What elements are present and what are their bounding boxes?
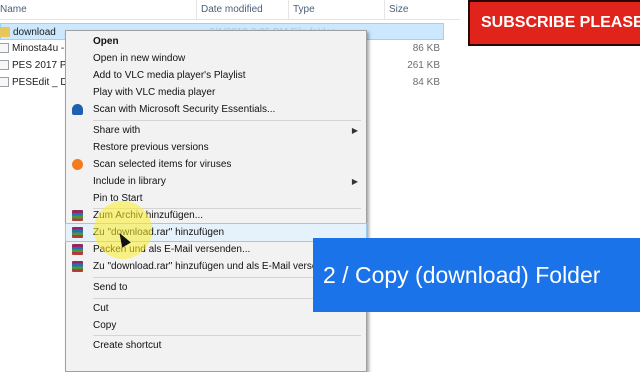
menu-item-copy[interactable]: Copy bbox=[66, 317, 366, 334]
menu-separator bbox=[93, 120, 361, 121]
file-size: 86 KB bbox=[412, 43, 440, 54]
security-shield-icon bbox=[72, 104, 83, 115]
file-icon bbox=[0, 43, 9, 53]
column-header: Name Date modified Type Size bbox=[0, 0, 460, 20]
file-icon bbox=[0, 60, 9, 70]
file-name: download bbox=[13, 27, 56, 38]
winrar-icon bbox=[72, 261, 83, 272]
submenu-arrow-icon: ▶ bbox=[351, 126, 358, 135]
menu-separator bbox=[93, 335, 361, 336]
submenu-arrow-icon: ▶ bbox=[351, 177, 358, 186]
subscribe-banner: SUBSCRIBE PLEASE bbox=[468, 0, 640, 46]
file-name: Minosta4u - [ bbox=[12, 43, 70, 54]
menu-item-scan-viruses[interactable]: Scan selected items for viruses bbox=[66, 156, 366, 173]
menu-item-create-shortcut[interactable]: Create shortcut bbox=[66, 337, 366, 354]
file-size: 84 KB bbox=[412, 77, 440, 88]
menu-item-include-library[interactable]: Include in library ▶ bbox=[66, 173, 366, 190]
column-date-modified[interactable]: Date modified bbox=[196, 0, 288, 19]
menu-item-vlc-playlist[interactable]: Add to VLC media player's Playlist bbox=[66, 67, 366, 84]
antivirus-icon bbox=[72, 159, 83, 170]
winrar-icon bbox=[72, 210, 83, 221]
menu-item-open[interactable]: Open bbox=[66, 33, 366, 50]
menu-item-vlc-play[interactable]: Play with VLC media player bbox=[66, 84, 366, 101]
column-size[interactable]: Size bbox=[384, 0, 460, 19]
menu-item-restore-versions[interactable]: Restore previous versions bbox=[66, 139, 366, 156]
column-type[interactable]: Type bbox=[288, 0, 384, 19]
context-menu: Open Open in new window Add to VLC media… bbox=[65, 30, 367, 372]
winrar-icon bbox=[72, 227, 83, 238]
folder-icon bbox=[0, 27, 10, 37]
menu-item-share-with[interactable]: Share with ▶ bbox=[66, 122, 366, 139]
winrar-icon bbox=[72, 244, 83, 255]
file-icon bbox=[0, 77, 9, 87]
menu-item-open-new-window[interactable]: Open in new window bbox=[66, 50, 366, 67]
instruction-banner: 2 / Copy (download) Folder bbox=[313, 238, 640, 312]
menu-item-scan-mse[interactable]: Scan with Microsoft Security Essentials.… bbox=[66, 101, 366, 118]
column-name[interactable]: Name bbox=[0, 0, 196, 19]
file-size: 261 KB bbox=[407, 60, 440, 71]
